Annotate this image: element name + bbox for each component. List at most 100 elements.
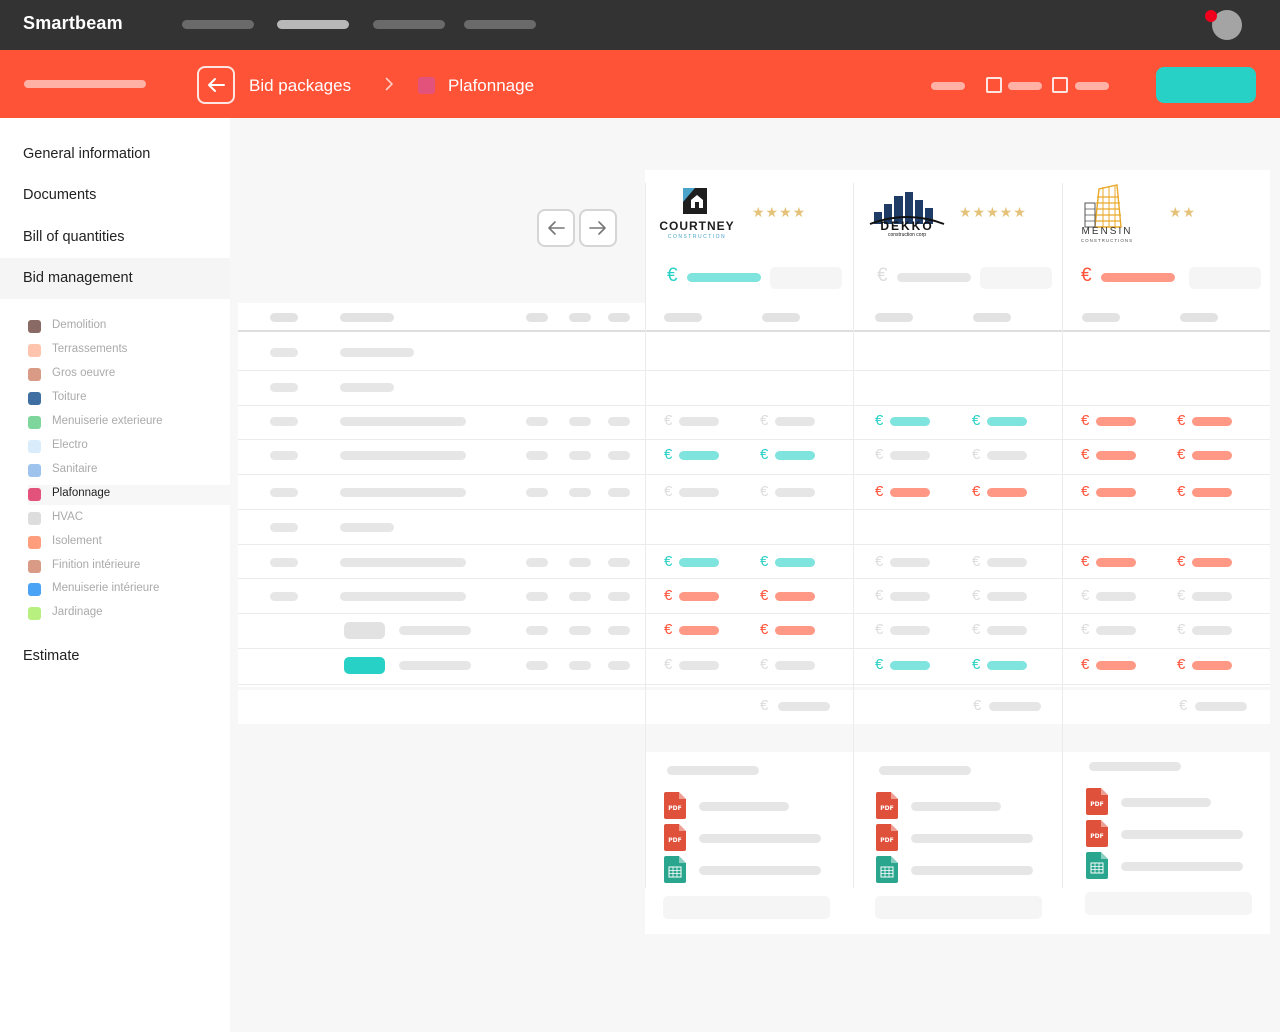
file-name [699, 834, 821, 843]
pdf-file-icon[interactable]: PDF [1086, 788, 1108, 815]
spreadsheet-file-icon[interactable] [876, 856, 898, 883]
header-option[interactable] [931, 82, 965, 90]
euro-icon: € [972, 412, 981, 429]
row-price [608, 558, 630, 567]
nav-item[interactable] [373, 20, 445, 29]
sidebar-item-bid-management[interactable]: Bid management [0, 258, 230, 299]
file-name [1121, 830, 1243, 839]
euro-icon: € [664, 553, 673, 570]
sidebar-item-estimate[interactable]: Estimate [0, 636, 230, 677]
bid-value [987, 626, 1027, 635]
category-item[interactable]: Terrassements [28, 341, 230, 361]
row-title [340, 348, 414, 357]
pdf-file-icon[interactable]: PDF [876, 792, 898, 819]
back-button[interactable] [197, 66, 235, 104]
document-action-box[interactable] [875, 896, 1042, 919]
nav-item[interactable] [182, 20, 254, 29]
documents-heading [667, 766, 759, 775]
bid-value [890, 451, 930, 460]
bid-action-box[interactable] [1189, 267, 1261, 289]
euro-icon: € [875, 621, 884, 638]
category-item[interactable]: Plafonnage [28, 485, 230, 505]
bid-value [1192, 451, 1232, 460]
project-title-placeholder [24, 80, 146, 88]
file-name [699, 802, 789, 811]
checkbox-toggle[interactable] [986, 77, 1002, 93]
category-color-swatch [28, 607, 41, 620]
sidebar-item-bill-of-quantities[interactable]: Bill of quantities [0, 217, 230, 258]
euro-icon: € [875, 656, 884, 673]
column-header [1180, 313, 1218, 322]
row-code [270, 592, 298, 601]
category-item[interactable]: Sanitaire [28, 461, 230, 481]
row-divider [238, 370, 1270, 371]
nav-item[interactable] [464, 20, 536, 29]
category-color-swatch [28, 488, 41, 501]
category-item[interactable]: Electro [28, 437, 230, 457]
pdf-file-icon[interactable]: PDF [664, 792, 686, 819]
scroll-left-button[interactable] [537, 209, 575, 247]
bid-value [775, 488, 815, 497]
category-item[interactable]: Menuiserie exterieure [28, 413, 230, 433]
column-divider [1062, 183, 1063, 888]
category-item[interactable]: HVAC [28, 509, 230, 529]
checkbox-toggle[interactable] [1052, 77, 1068, 93]
total-bid-value [897, 273, 971, 282]
row-code [270, 348, 298, 357]
bid-value [1096, 417, 1136, 426]
bid-action-box[interactable] [980, 267, 1052, 289]
bid-value [890, 626, 930, 635]
pdf-file-icon[interactable]: PDF [664, 824, 686, 851]
category-item[interactable]: Isolement [28, 533, 230, 553]
euro-icon: € [760, 587, 769, 604]
sidebar-item-documents[interactable]: Documents [0, 175, 230, 216]
document-action-box[interactable] [663, 896, 830, 919]
euro-icon: € [972, 446, 981, 463]
row-code [270, 523, 298, 532]
category-color-swatch [28, 320, 41, 333]
primary-action-button[interactable] [1156, 67, 1256, 103]
category-label: Electro [52, 439, 88, 451]
breadcrumb-parent[interactable]: Bid packages [249, 76, 351, 96]
row-divider [238, 439, 1270, 440]
total-value [989, 702, 1041, 711]
category-label: Sanitaire [52, 463, 98, 475]
brand-logo[interactable]: Smartbeam [23, 13, 123, 34]
arrow-right-icon [589, 221, 606, 235]
file-name [911, 866, 1033, 875]
category-item[interactable]: Demolition [28, 317, 230, 337]
row-tag[interactable] [344, 657, 385, 674]
category-item[interactable]: Jardinage [28, 604, 230, 624]
row-tag[interactable] [344, 622, 385, 639]
breadcrumb-current: Plafonnage [448, 76, 535, 95]
pdf-file-icon[interactable]: PDF [1086, 820, 1108, 847]
euro-icon: € [1081, 587, 1090, 604]
sidebar: General information Documents Bill of qu… [0, 118, 230, 1032]
spreadsheet-file-icon[interactable] [1086, 852, 1108, 879]
category-item[interactable]: Gros oeuvre [28, 365, 230, 385]
category-label: Menuiserie exterieure [52, 415, 163, 427]
sidebar-item-general-information[interactable]: General information [0, 134, 230, 175]
category-item[interactable]: Menuiserie intérieure [28, 580, 230, 600]
column-header [526, 313, 548, 322]
row-divider [238, 509, 1270, 510]
spreadsheet-file-icon[interactable] [664, 856, 686, 883]
category-label: Finition intérieure [52, 559, 141, 571]
scroll-right-button[interactable] [579, 209, 617, 247]
euro-icon: € [877, 265, 888, 286]
bid-value [775, 592, 815, 601]
row-divider [238, 684, 1270, 685]
pdf-file-icon[interactable]: PDF [876, 824, 898, 851]
bid-action-box[interactable] [770, 267, 842, 289]
euro-icon: € [664, 656, 673, 673]
category-item[interactable]: Toiture [28, 389, 230, 409]
bid-value [1192, 626, 1232, 635]
row-description [340, 451, 466, 460]
column-divider [645, 183, 646, 888]
category-item[interactable]: Finition intérieure [28, 557, 230, 577]
nav-item-active[interactable] [277, 20, 349, 29]
document-action-box[interactable] [1085, 892, 1252, 915]
bid-value [1192, 488, 1232, 497]
row-description [340, 417, 466, 426]
euro-icon: € [1177, 587, 1186, 604]
